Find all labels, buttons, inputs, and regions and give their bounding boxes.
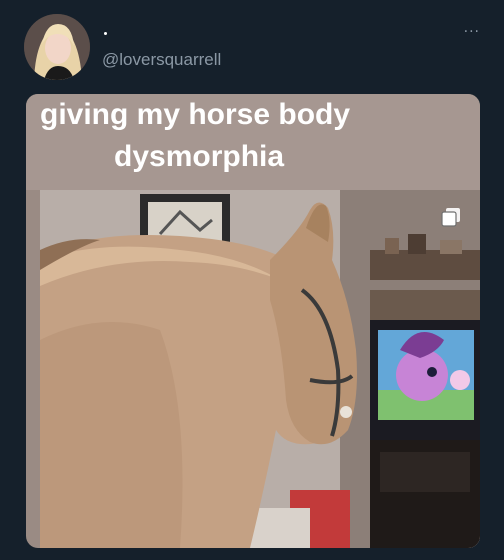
horse-photo	[40, 190, 480, 548]
tweet-media[interactable]: giving my horse body dysmorphia	[26, 94, 480, 548]
avatar-image	[24, 14, 90, 80]
caption-line-1: giving my horse body	[40, 98, 351, 131]
meme-caption: giving my horse body dysmorphia	[26, 94, 480, 190]
display-name[interactable]	[104, 32, 107, 35]
caption-line-2: dysmorphia	[114, 140, 285, 173]
multiple-images-icon	[441, 208, 460, 227]
avatar[interactable]	[24, 14, 90, 80]
more-options-icon[interactable]: ···	[464, 24, 480, 40]
user-handle[interactable]: @loversquarrell	[102, 50, 221, 70]
tweet: @loversquarrell ··· giving my horse body…	[0, 0, 504, 560]
